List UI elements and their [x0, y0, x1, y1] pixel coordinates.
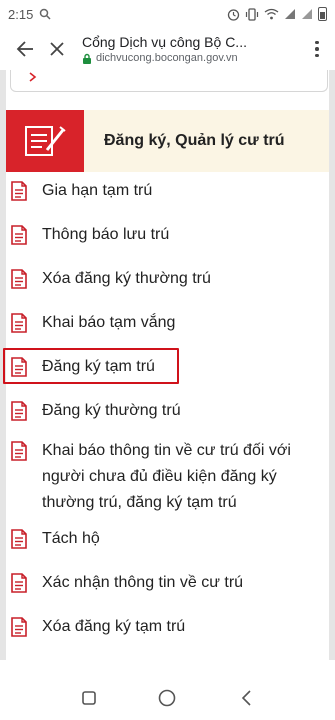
page-content: Đăng ký, Quản lý cư trú Gia hạn tạm trú T…: [0, 70, 335, 660]
document-icon: [11, 313, 27, 333]
nav-bar-spacer: [0, 660, 335, 676]
back-arrow-icon: [16, 41, 33, 57]
vibrate-icon: [245, 7, 259, 21]
document-icon: [11, 441, 27, 461]
document-icon: [11, 573, 27, 593]
right-gutter: [329, 70, 335, 660]
address-bar[interactable]: Cổng Dịch vụ công Bộ C... dichvucong.boc…: [82, 34, 302, 64]
service-label: Thông báo lưu trú: [42, 226, 170, 243]
document-icon: [11, 225, 27, 245]
home-icon: [159, 689, 176, 707]
document-icon: [11, 529, 27, 549]
edit-document-icon: [25, 126, 66, 156]
service-label: Xóa đăng ký thường trú: [42, 270, 211, 287]
document-icon: [11, 269, 27, 289]
document-icon: [11, 401, 27, 421]
service-label: Đăng ký thường trú: [42, 402, 181, 419]
lock-icon: [83, 53, 91, 64]
recents-button[interactable]: [69, 678, 109, 718]
signal-icon: [285, 9, 295, 19]
service-label: Đăng ký tạm trú: [42, 358, 155, 375]
url-text: dichvucong.bocongan.gov.vn: [96, 52, 238, 64]
nav-back-button[interactable]: [226, 678, 266, 718]
close-button[interactable]: [42, 34, 72, 64]
previous-section-card: [10, 70, 328, 92]
browser-toolbar: Cổng Dịch vụ công Bộ C... dichvucong.boc…: [0, 28, 335, 70]
more-vert-icon[interactable]: [305, 34, 329, 64]
android-nav-bar: [0, 676, 335, 720]
battery-icon: [318, 7, 327, 21]
page-title: Cổng Dịch vụ công Bộ C...: [82, 34, 247, 50]
document-icon: [11, 357, 27, 377]
signal-icon: [302, 9, 312, 19]
status-bar: 2:15: [0, 0, 335, 28]
category-icon-box: [6, 110, 84, 172]
search-icon: [40, 8, 51, 20]
home-button[interactable]: [147, 678, 187, 718]
status-time: 2:15: [8, 6, 34, 22]
service-label: Tách hộ: [42, 530, 100, 547]
document-icon: [11, 617, 27, 637]
category-header[interactable]: Đăng ký, Quản lý cư trú: [6, 110, 329, 172]
close-icon: [50, 42, 64, 56]
service-label: Xác nhận thông tin về cư trú: [42, 574, 244, 591]
service-label: Khai báo tạm vắng: [42, 314, 176, 331]
back-button[interactable]: [10, 34, 40, 64]
service-label: Khai báo thông tin về cư trú đối với ngư…: [42, 442, 291, 511]
chevron-right-icon[interactable]: [29, 72, 37, 82]
category-title: Đăng ký, Quản lý cư trú: [104, 132, 285, 149]
recents-icon: [82, 691, 96, 705]
wifi-icon: [264, 8, 279, 20]
document-icon: [11, 181, 27, 201]
service-label: Xóa đăng ký tạm trú: [42, 618, 186, 635]
back-icon: [241, 690, 251, 706]
service-label: Gia hạn tạm trú: [42, 182, 153, 199]
alarm-icon: [227, 8, 240, 21]
